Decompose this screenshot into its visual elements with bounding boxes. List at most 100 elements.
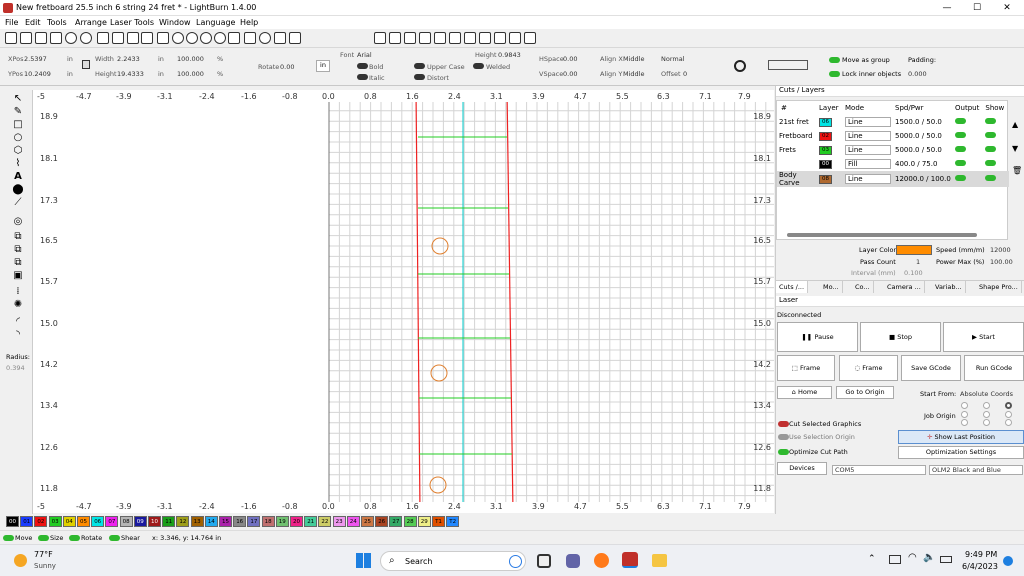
layer-color-swatch[interactable]: [896, 245, 932, 255]
menu-laser-tools[interactable]: Laser Tools: [110, 18, 154, 27]
align-left-icon[interactable]: [389, 32, 401, 44]
frame-rubber-button[interactable]: ◌ Frame: [839, 355, 898, 381]
settings-icon[interactable]: [259, 32, 271, 44]
menu-edit[interactable]: Edit: [25, 18, 41, 27]
origin-radio[interactable]: [1005, 419, 1012, 426]
battery-icon[interactable]: [940, 556, 952, 563]
palette-color-19[interactable]: 19: [275, 516, 289, 527]
palette-color-16[interactable]: 16: [233, 516, 247, 527]
power-max-value[interactable]: 100.00: [990, 258, 1013, 266]
text-mode-select[interactable]: Normal: [661, 55, 685, 63]
palette-color-11[interactable]: 11: [162, 516, 176, 527]
line-tool-icon[interactable]: ⌇: [12, 158, 24, 169]
maximize-button[interactable]: ☐: [962, 0, 992, 16]
file-explorer-icon[interactable]: [652, 554, 667, 567]
xpos-value[interactable]: 2.5397: [24, 55, 47, 63]
lock-icon[interactable]: [82, 60, 90, 69]
taskbar-search-box[interactable]: ⌕ Search: [380, 551, 526, 571]
tools-icon[interactable]: [274, 32, 286, 44]
home-button[interactable]: ⌂ Home: [777, 386, 832, 399]
tab-camera[interactable]: Camera ...: [884, 281, 925, 293]
align-middle-icon[interactable]: [434, 32, 446, 44]
ypos-value[interactable]: 10.2409: [24, 70, 51, 78]
palette-color-03[interactable]: 03: [48, 516, 62, 527]
palette-color-06[interactable]: 06: [91, 516, 105, 527]
notification-badge[interactable]: [1003, 556, 1013, 566]
table-row[interactable]: Frets 03 Line 5000.0 / 50.0: [777, 143, 1009, 157]
padding-value[interactable]: 0.000: [908, 70, 927, 78]
design-canvas[interactable]: -5 -4.7 -3.9 -3.1 -2.4 -1.6 -0.8 0.0 0.8 1.6 2.4 3.…: [33, 90, 774, 513]
palette-color-02[interactable]: 02: [34, 516, 48, 527]
menu-tools[interactable]: Tools: [47, 18, 67, 27]
mode-select[interactable]: Line: [845, 145, 891, 155]
device-settings-icon[interactable]: [289, 32, 301, 44]
lightburn-taskbar-icon[interactable]: [622, 552, 638, 568]
hspace-value[interactable]: 0.00: [563, 55, 577, 63]
size-toggle[interactable]: [38, 535, 49, 541]
rotate-toggle[interactable]: [69, 535, 80, 541]
move-as-group-toggle[interactable]: [829, 57, 840, 63]
task-view-icon[interactable]: [537, 554, 551, 568]
palette-color-18[interactable]: 18: [261, 516, 275, 527]
wifi-icon[interactable]: ◠: [908, 552, 917, 563]
zoom-out-icon[interactable]: [186, 32, 198, 44]
table-row[interactable]: Body Carve 08 Line 12000.0 / 100.0: [777, 171, 1009, 187]
palette-color-T1[interactable]: T1: [432, 516, 445, 527]
minimize-button[interactable]: —: [932, 0, 962, 16]
corner-fillet-icon[interactable]: ◝: [12, 329, 24, 340]
palette-color-25[interactable]: 25: [361, 516, 374, 527]
offset-tool-icon[interactable]: ◎: [12, 216, 24, 227]
start-from-select[interactable]: Absolute Coords: [960, 390, 1013, 398]
palette-color-29[interactable]: 29: [417, 516, 431, 527]
palette-color-01[interactable]: 01: [20, 516, 34, 527]
grid-array-icon[interactable]: ⁞: [12, 286, 24, 297]
radius-value[interactable]: 0.394: [6, 364, 25, 372]
devices-button[interactable]: Devices: [777, 462, 827, 475]
text-height-value[interactable]: 0.9843: [498, 51, 521, 59]
vspace-value[interactable]: 0.00: [563, 70, 577, 78]
upper-case-toggle[interactable]: [414, 63, 425, 69]
origin-radio-selected[interactable]: [1005, 402, 1012, 409]
weld-icon[interactable]: ▣: [12, 270, 24, 281]
palette-color-27[interactable]: 27: [389, 516, 403, 527]
table-scrollbar[interactable]: [787, 233, 977, 237]
palette-color-21[interactable]: 21: [304, 516, 318, 527]
move-icon[interactable]: [157, 32, 169, 44]
undo-icon[interactable]: [65, 32, 77, 44]
device-select[interactable]: OLM2 Black and Blue: [929, 465, 1023, 475]
shear-toggle[interactable]: [109, 535, 120, 541]
polygon-tool-icon[interactable]: ⬡: [12, 145, 24, 156]
origin-radio[interactable]: [961, 411, 968, 418]
palette-color-24[interactable]: 24: [346, 516, 360, 527]
pause-button[interactable]: ❚❚ Pause: [777, 322, 858, 352]
use-selection-origin-toggle[interactable]: [778, 434, 789, 440]
origin-radio[interactable]: [983, 411, 990, 418]
palette-color-08[interactable]: 08: [119, 516, 133, 527]
width-value[interactable]: 2.2433: [117, 55, 140, 63]
distribute-h-icon[interactable]: [464, 32, 476, 44]
tab-console[interactable]: Co...: [852, 281, 874, 293]
monitor-icon[interactable]: [244, 32, 256, 44]
tab-cuts[interactable]: Cuts /...: [776, 281, 809, 293]
zoom-in-icon[interactable]: [172, 32, 184, 44]
palette-color-26[interactable]: 26: [375, 516, 389, 527]
palette-color-28[interactable]: 28: [403, 516, 417, 527]
text-tool-icon[interactable]: A: [12, 171, 24, 182]
menu-window[interactable]: Window: [159, 18, 191, 27]
align-bottom-icon[interactable]: [449, 32, 461, 44]
height-value[interactable]: 19.4333: [117, 70, 144, 78]
show-last-position-button[interactable]: ✛ Show Last Position: [898, 430, 1024, 444]
mode-select[interactable]: Fill: [845, 159, 891, 169]
palette-color-17[interactable]: 17: [247, 516, 261, 527]
frame-rect-button[interactable]: ⬚ Frame: [777, 355, 835, 381]
lock-inner-toggle[interactable]: [829, 71, 840, 77]
italic-toggle[interactable]: [357, 74, 368, 80]
flip-icon[interactable]: [524, 32, 536, 44]
mode-select[interactable]: Line: [845, 174, 891, 184]
palette-color-15[interactable]: 15: [219, 516, 232, 527]
align-right-icon[interactable]: [404, 32, 416, 44]
scale-h-value[interactable]: 100.000: [177, 70, 204, 78]
cut-selected-toggle[interactable]: [778, 421, 789, 427]
origin-radio[interactable]: [961, 402, 968, 409]
new-file-icon[interactable]: [5, 32, 17, 44]
